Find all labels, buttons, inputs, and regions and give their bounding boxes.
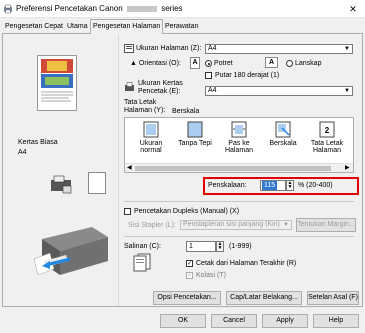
scaled-icon [275,121,291,138]
page-layout-label: Tata Letak Halaman (Y): [124,99,166,114]
page-size-select[interactable]: A4 ▼ [205,44,353,54]
layout-normal-size[interactable]: Ukuran normal [129,121,173,154]
title-bar: Preferensi Pencetakan Canon series ✕ [0,0,365,18]
specify-margin-button[interactable]: Tentukan Margin... [296,218,356,232]
divider [124,201,354,202]
tab-strip: Pengesetan Cepat Utama Pengesetan Halama… [0,18,365,34]
page-size-icon [124,44,134,53]
fit-to-page-icon [231,121,247,138]
orientation-label: ▲ Orientasi (O): [130,60,181,67]
scaling-input[interactable]: 115 [260,180,286,191]
printer-photo-icon [51,175,72,194]
tab-quick-setup[interactable]: Pengesetan Cepat [3,21,65,33]
page-size-value: A4 [208,45,217,52]
borderless-icon [187,121,203,138]
staple-side-value: Penstapleran sisi panjang (Kiri) [183,221,280,228]
rotate-180-label: Putar 180 derajat (1) [215,72,280,79]
media-type-label: Kertas Biasa [18,139,58,146]
landscape-radio[interactable] [286,60,293,67]
layout-scaled[interactable]: Berskala [261,121,305,147]
scaling-spinner[interactable]: ▲ ▼ [286,180,294,191]
help-button[interactable]: Help [313,314,359,328]
printer-paper-size-select[interactable]: A4 ▼ [205,86,353,96]
scroll-left-icon[interactable]: ◀ [127,164,132,171]
page-layout-current: Berskala [172,108,200,115]
staple-side-label: Sisi Stapler (L): [128,222,176,229]
window-title: Preferensi Pencetakan Canon series [16,4,183,13]
chevron-down-icon: ▼ [283,222,289,228]
ok-button[interactable]: OK [160,314,206,328]
copies-icon [133,253,151,272]
printer-paper-icon [125,82,134,91]
portrait-icon: A [190,57,200,69]
printer-app-icon [4,4,12,14]
paper-size-preview-label: A4 [18,149,27,156]
scaling-label: Penskalaan: [208,182,247,189]
portrait-radio[interactable] [205,60,212,67]
tab-main[interactable]: Utama [65,21,90,33]
page-layout-scrollbar[interactable]: ◀ ▶ [125,163,353,172]
divider [124,236,354,237]
layout-fit-to-page[interactable]: Pas ke Halaman [217,121,261,154]
copies-spinner[interactable]: ▲ ▼ [216,241,224,252]
defaults-button[interactable]: Setelan Asal (F) [307,291,359,305]
redacted-model [126,5,157,12]
copies-label: Salinan (C): [124,243,161,250]
layout-page-layout[interactable]: 2 Tata Letak Halaman [305,121,349,154]
copies-input[interactable]: 1 [186,241,216,252]
normal-size-icon [143,121,159,138]
paper-orientation-preview [88,172,106,194]
copies-range: (1-999) [229,243,252,250]
duplex-label: Pencetakan Dupleks (Manual) (X) [134,208,240,215]
svg-text:2: 2 [325,126,330,135]
landscape-icon: A [265,57,278,68]
tab-maintenance[interactable]: Perawatan [163,21,200,33]
print-options-button[interactable]: Opsi Pencetakan... [153,291,221,305]
print-last-page-checkbox[interactable]: ✓ [186,260,193,267]
close-button[interactable]: ✕ [346,3,360,15]
printer-paper-size-value: A4 [208,87,217,94]
rotate-180-checkbox[interactable] [205,72,212,79]
apply-button[interactable]: Apply [262,314,308,328]
duplex-checkbox[interactable] [124,208,131,215]
collate-checkbox[interactable]: ✓ [186,272,193,279]
stamp-background-button[interactable]: Cap/Latar Belakang... [226,291,302,305]
scaling-value: 115 [262,181,278,190]
layout-borderless[interactable]: Tanpa Tepi [173,121,217,147]
scaling-range: % (20-400) [298,182,333,189]
tab-page-setup[interactable]: Pengesetan Halaman [90,19,164,34]
copies-value: 1 [189,243,193,250]
page-size-label: Ukuran Halaman (Z): [136,45,202,52]
scroll-right-icon[interactable]: ▶ [345,164,350,171]
cancel-button[interactable]: Cancel [211,314,257,328]
scroll-thumb[interactable] [135,166,331,171]
chevron-down-icon: ▼ [344,46,350,52]
page-layout-icon: 2 [319,121,335,138]
printer-paper-size-label: Ukuran Kertas Pencetak (E): [138,80,183,95]
staple-side-select[interactable]: Penstapleran sisi panjang (Kiri) ▼ [180,220,292,230]
printer-illustration [33,227,108,276]
portrait-label: Potret [214,60,233,67]
page-preview-content [41,59,73,102]
print-last-page-label: Cetak dari Halaman Terakhir (R) [196,260,297,267]
chevron-down-icon: ▼ [344,88,350,94]
landscape-label: Lanskap [295,60,322,67]
collate-label: Kolasi (T) [196,272,226,279]
